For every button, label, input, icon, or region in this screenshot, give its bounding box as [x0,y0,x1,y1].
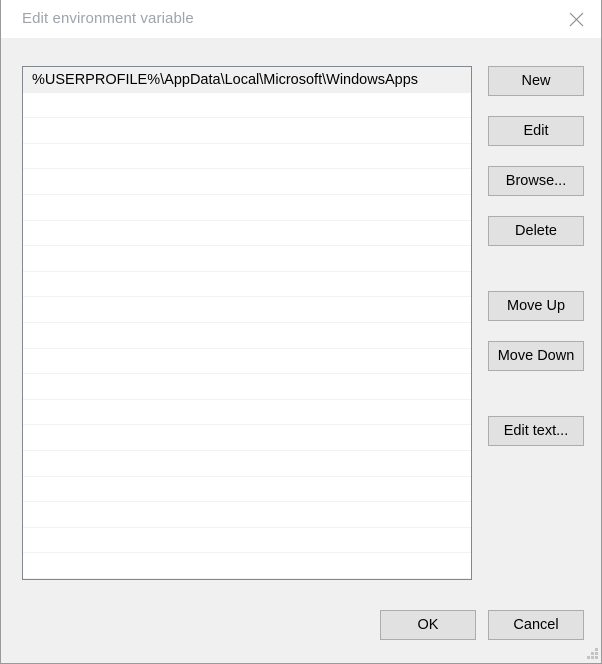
edit-environment-variable-dialog: Edit environment variable %USERPROFILE%\… [0,0,602,664]
list-item[interactable] [23,450,471,477]
close-icon[interactable] [552,0,601,38]
move-up-button[interactable]: Move Up [488,291,584,321]
edit-button[interactable]: Edit [488,116,584,146]
list-item[interactable] [23,118,471,144]
list-item[interactable] [23,425,471,451]
list-item[interactable] [23,169,471,195]
list-item-text: %USERPROFILE%\AppData\Local\Microsoft\Wi… [32,71,419,88]
edit-text-button[interactable]: Edit text... [488,416,584,446]
grip-dot [591,652,594,655]
list-item[interactable] [23,194,471,221]
list-item[interactable] [23,399,471,426]
browse-button[interactable]: Browse... [488,166,584,196]
list-item[interactable] [23,246,471,272]
dialog-body: %USERPROFILE%\AppData\Local\Microsoft\Wi… [1,38,601,663]
resize-grip[interactable] [587,648,599,660]
list-item[interactable] [23,527,471,554]
list-item[interactable] [23,348,471,375]
list-item[interactable] [23,502,471,528]
list-item[interactable] [23,553,471,579]
grip-dot [595,648,598,651]
cancel-button[interactable]: Cancel [488,610,584,640]
list-item[interactable] [23,374,471,400]
path-list[interactable]: %USERPROFILE%\AppData\Local\Microsoft\Wi… [22,66,472,580]
list-item[interactable] [23,271,471,298]
grip-dot [591,656,594,659]
list-item[interactable] [23,476,471,503]
move-down-button[interactable]: Move Down [488,341,584,371]
list-item[interactable] [23,143,471,170]
ok-button[interactable]: OK [380,610,476,640]
grip-dot [595,656,598,659]
window-title: Edit environment variable [22,10,194,27]
new-button[interactable]: New [488,66,584,96]
list-item[interactable] [23,297,471,323]
list-item[interactable] [23,322,471,349]
grip-dot [595,652,598,655]
delete-button[interactable]: Delete [488,216,584,246]
title-bar: Edit environment variable [1,0,601,38]
list-item[interactable]: %USERPROFILE%\AppData\Local\Microsoft\Wi… [23,67,471,93]
list-item[interactable] [23,220,471,247]
list-item[interactable] [23,92,471,119]
grip-dot [587,656,590,659]
